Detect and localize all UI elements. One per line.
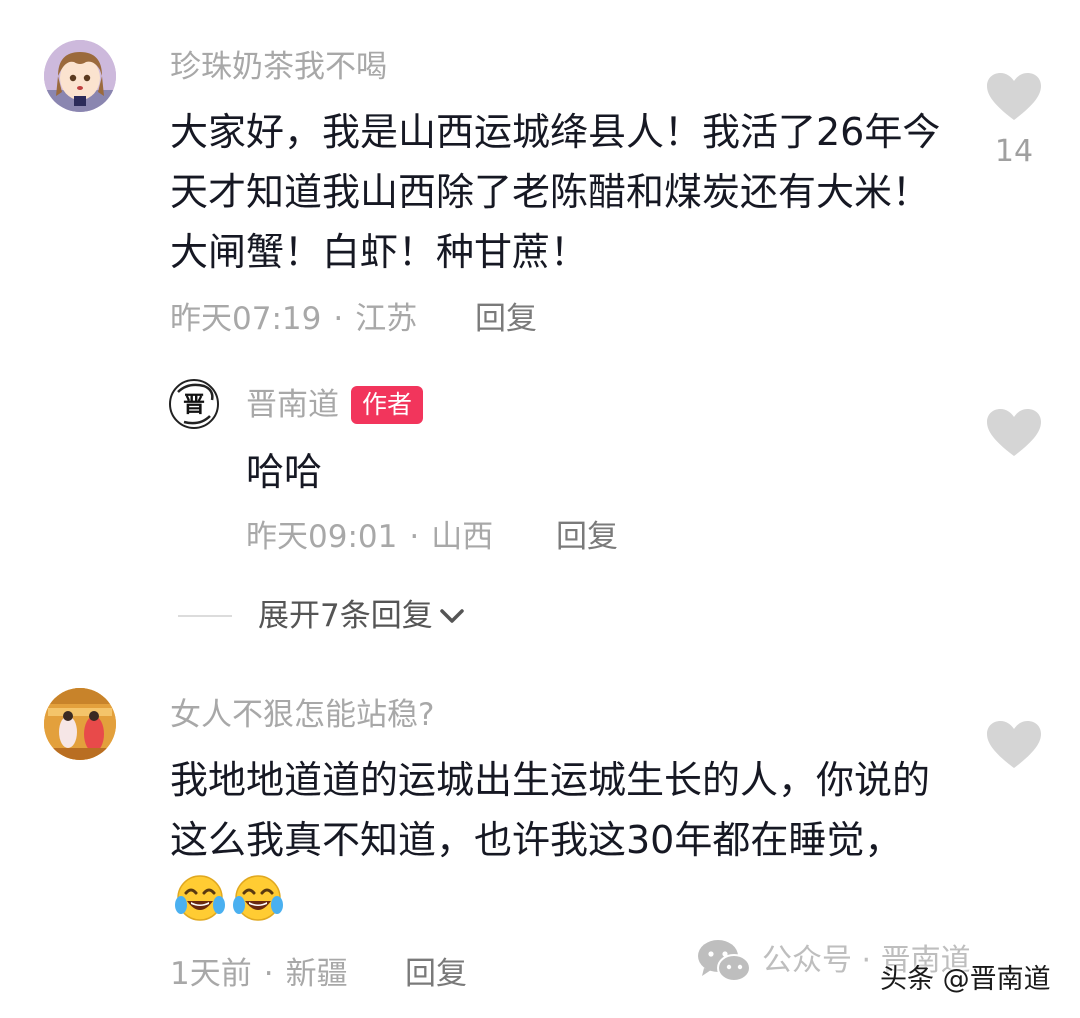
laughing-crying-emoji <box>172 871 228 923</box>
laughing-crying-emoji-icon <box>233 875 283 921</box>
comment-time: 昨天07:19 <box>170 301 322 337</box>
anime-girl-avatar-image <box>44 40 116 112</box>
heart-icon <box>987 73 1041 120</box>
like-button[interactable] <box>986 720 1042 770</box>
heart-icon <box>987 409 1041 456</box>
comment-text: 我地地道道的运城出生运城生长的人，你说的这么我真不知道，也许我这30年都在睡觉， <box>170 750 950 930</box>
laughing-crying-emoji-icon <box>175 875 225 921</box>
comment-text: 大家好，我是山西运城绛县人！我活了26年今天才知道我山西除了老陈醋和煤炭还有大米… <box>170 110 941 274</box>
separator-dot: · <box>409 519 420 555</box>
expand-divider-line <box>178 615 232 617</box>
separator-dot: · <box>263 956 274 992</box>
comment-meta: 1天前 · 新疆 <box>170 954 348 994</box>
expand-replies-label: 展开7条回复 <box>258 598 433 634</box>
comment-location: 江苏 <box>355 301 418 337</box>
reply-location: 山西 <box>431 519 494 555</box>
svg-text:晋: 晋 <box>183 392 205 418</box>
comment-location: 新疆 <box>285 956 348 992</box>
reply-button[interactable]: 回复 <box>556 517 618 557</box>
comment-meta: 昨天07:19 · 江苏 <box>170 299 417 339</box>
chevron-down-icon <box>439 609 464 623</box>
reply-button[interactable]: 回复 <box>475 299 537 339</box>
separator-dot: · <box>333 301 344 337</box>
reply-button[interactable]: 回复 <box>405 954 467 994</box>
reply-text: 哈哈 <box>246 450 323 494</box>
wechat-icon <box>698 940 751 982</box>
author-badge: 作者 <box>351 386 424 424</box>
heart-icon <box>987 721 1041 768</box>
reply-time: 昨天09:01 <box>246 519 398 555</box>
comment-time: 1天前 <box>170 956 252 992</box>
author-logo-image: 晋 <box>169 379 219 429</box>
like-button[interactable] <box>986 408 1042 458</box>
commenter-username[interactable]: 女人不狠怎能站稳? <box>170 695 434 735</box>
like-count: 14 <box>994 134 1034 169</box>
commenter-avatar[interactable] <box>44 688 116 760</box>
laughing-crying-emoji <box>230 871 286 923</box>
photo-avatar-image <box>44 688 116 760</box>
author-name-row: 晋南道 作者 <box>246 385 424 425</box>
comment-text-body: 我地地道道的运城出生运城生长的人，你说的这么我真不知道，也许我这30年都在睡觉， <box>170 758 931 862</box>
toutiao-watermark: 头条 @晋南道 <box>880 964 1051 995</box>
author-avatar[interactable]: 晋 <box>168 378 220 430</box>
expand-replies-button[interactable]: 展开7条回复 <box>258 596 467 636</box>
author-username[interactable]: 晋南道 <box>246 385 339 425</box>
reply-meta: 昨天09:01 · 山西 <box>246 517 493 557</box>
like-button[interactable] <box>986 72 1042 122</box>
commenter-username[interactable]: 珍珠奶茶我不喝 <box>170 47 387 87</box>
commenter-avatar[interactable] <box>44 40 116 112</box>
